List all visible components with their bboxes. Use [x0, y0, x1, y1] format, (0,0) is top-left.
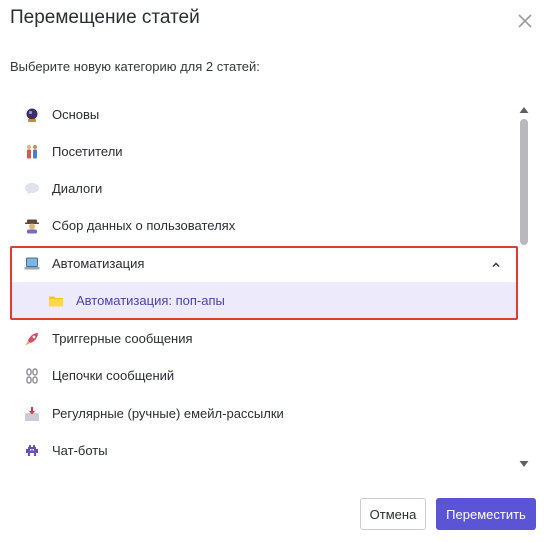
space-invader-icon [24, 443, 40, 459]
category-item[interactable]: Чат-боты [10, 432, 516, 469]
cancel-button[interactable]: Отмена [360, 498, 426, 530]
speech-bubble-icon [24, 181, 40, 197]
category-label: Цепочки сообщений [52, 368, 175, 383]
category-label: Регулярные (ручные) емейл-рассылки [52, 406, 284, 421]
category-label: Чат-боты [52, 443, 108, 458]
category-item[interactable]: Цепочки сообщений [10, 357, 516, 394]
category-item[interactable]: Диалоги [10, 170, 516, 207]
category-label: Автоматизация: поп-апы [76, 293, 225, 308]
rocket-icon [24, 331, 40, 347]
inbox-icon [24, 406, 40, 422]
scrollbar-thumb[interactable] [520, 119, 528, 245]
category-label: Автоматизация [52, 256, 145, 271]
crystal-ball-icon [24, 107, 40, 123]
people-icon [24, 144, 40, 160]
category-label: Сбор данных о пользователях [52, 218, 236, 233]
category-label: Посетители [52, 144, 123, 159]
scrollbar[interactable] [516, 95, 532, 470]
category-label: Диалоги [52, 181, 103, 196]
category-item-selected[interactable]: Автоматизация: поп-апы [10, 282, 516, 319]
dialog-title: Перемещение статей [10, 7, 200, 28]
dialog-subtitle: Выберите новую категорию для 2 статей: [10, 59, 260, 74]
category-label: Основы [52, 107, 100, 122]
scroll-down-icon[interactable] [519, 455, 529, 467]
scroll-up-icon[interactable] [519, 101, 529, 113]
chevron-up-icon[interactable] [490, 258, 502, 270]
move-articles-dialog: Перемещение статей Выберите новую катего… [0, 0, 547, 542]
category-item[interactable]: Сбор данных о пользователях [10, 207, 516, 244]
category-item[interactable]: Триггерные сообщения [10, 320, 516, 357]
category-item[interactable]: Регулярные (ручные) емейл-рассылки [10, 395, 516, 432]
close-icon[interactable] [514, 10, 536, 32]
folder-icon [48, 293, 64, 309]
detective-icon [24, 218, 40, 234]
category-item-automation[interactable]: Автоматизация [10, 245, 516, 282]
chain-icon [24, 367, 40, 384]
category-item[interactable]: Посетители [10, 133, 516, 170]
category-label: Триггерные сообщения [52, 331, 193, 346]
category-list: Основы Посетители Диалоги Сбор данных о … [10, 95, 516, 470]
laptop-icon [24, 256, 40, 272]
move-button[interactable]: Переместить [436, 498, 536, 530]
category-item[interactable]: Основы [10, 96, 516, 133]
